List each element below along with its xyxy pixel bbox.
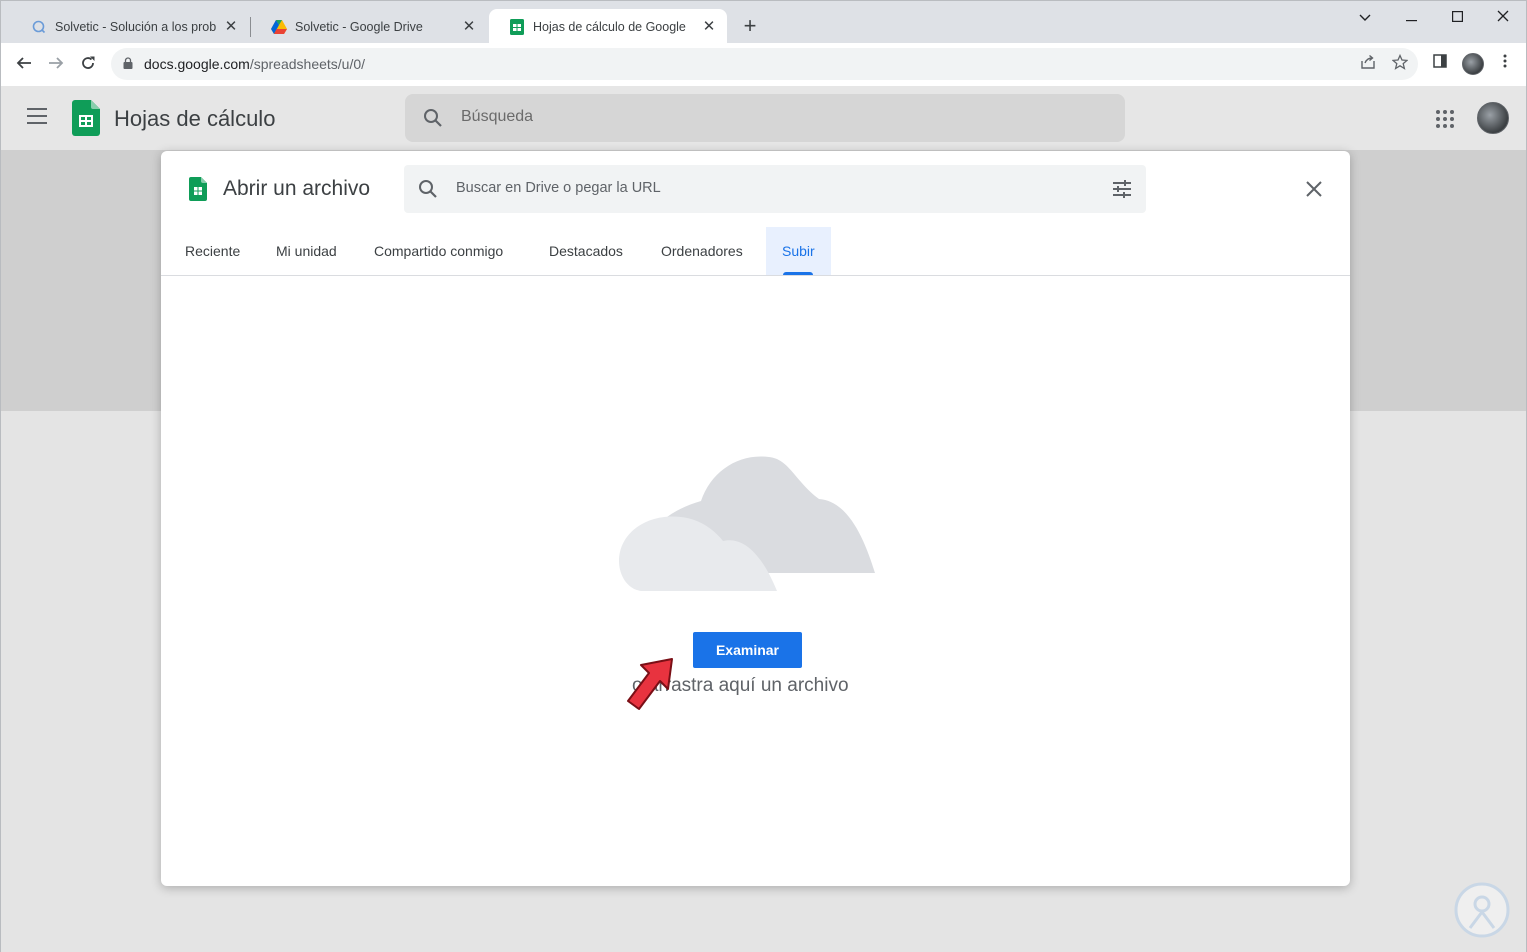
tab-destacados[interactable]: Destacados	[533, 227, 639, 275]
tab-ordenadores[interactable]: Ordenadores	[645, 227, 759, 275]
pointer-arrow-icon	[627, 658, 673, 710]
drive-search-input[interactable]: Buscar en Drive o pegar la URL	[404, 165, 1146, 213]
search-options-icon[interactable]	[1112, 180, 1132, 198]
forward-button[interactable]	[42, 51, 70, 79]
dialog-title: Abrir un archivo	[223, 177, 371, 200]
solvetic-icon	[31, 19, 47, 35]
google-drive-icon	[271, 19, 287, 35]
browser-toolbar: docs.google.com/spreadsheets/u/0/	[0, 43, 1527, 86]
close-dialog-icon[interactable]	[1304, 179, 1324, 199]
app-search-placeholder: Búsqueda	[461, 108, 534, 125]
tab-subir[interactable]: Subir	[766, 227, 831, 275]
url-host: docs.google.com	[144, 56, 250, 72]
profile-avatar[interactable]	[1462, 53, 1484, 75]
browser-tab-title: Solvetic - Solución a los problem	[55, 19, 217, 34]
google-apps-icon[interactable]	[1436, 110, 1454, 128]
reload-button[interactable]	[74, 51, 102, 79]
drive-search-placeholder: Buscar en Drive o pegar la URL	[456, 180, 661, 196]
address-bar[interactable]: docs.google.com/spreadsheets/u/0/	[111, 48, 1418, 80]
url-path: /spreadsheets/u/0/	[249, 56, 366, 72]
sheets-logo-icon	[189, 177, 207, 201]
more-menu-icon[interactable]	[1494, 53, 1516, 75]
browser-tab-sheets[interactable]: Hojas de cálculo de Google ✕	[489, 9, 727, 44]
side-panel-icon[interactable]	[1429, 53, 1451, 75]
dialog-tabs: Reciente Mi unidad Compartido conmigo De…	[161, 227, 1350, 276]
tab-reciente[interactable]: Reciente	[169, 227, 256, 275]
browse-button[interactable]: Examinar	[693, 632, 802, 668]
browser-tab-title: Solvetic - Google Drive	[295, 19, 423, 34]
app-search-bar[interactable]: Búsqueda	[405, 94, 1125, 142]
browser-tab-drive[interactable]: Solvetic - Google Drive ✕	[251, 9, 487, 44]
tab-search-icon[interactable]	[1342, 5, 1388, 29]
browser-tab-title: Hojas de cálculo de Google	[533, 19, 686, 34]
share-icon[interactable]	[1358, 54, 1378, 74]
maximize-button[interactable]	[1434, 5, 1480, 29]
search-icon	[419, 180, 437, 198]
account-avatar[interactable]	[1477, 102, 1509, 134]
upload-cloud-illustration	[619, 456, 875, 591]
close-tab-icon[interactable]: ✕	[701, 18, 717, 35]
tab-mi-unidad[interactable]: Mi unidad	[260, 227, 353, 275]
new-tab-button[interactable]: +	[739, 15, 761, 37]
sheets-header: Hojas de cálculo Búsqueda	[0, 86, 1527, 150]
google-sheets-icon	[509, 18, 525, 35]
bookmark-star-icon[interactable]	[1390, 53, 1410, 74]
main-menu-icon[interactable]	[27, 108, 47, 124]
sheets-logo-icon	[72, 100, 100, 136]
lock-icon	[123, 57, 133, 69]
search-icon	[424, 109, 442, 127]
tab-compartido-conmigo[interactable]: Compartido conmigo	[358, 227, 519, 275]
back-button[interactable]	[10, 51, 38, 79]
close-tab-icon[interactable]: ✕	[461, 18, 477, 35]
minimize-button[interactable]	[1388, 5, 1434, 29]
close-tab-icon[interactable]: ✕	[223, 18, 239, 35]
browser-tab-strip: Solvetic - Solución a los problem ✕ Solv…	[0, 0, 1527, 44]
close-window-button[interactable]	[1480, 5, 1526, 29]
app-title: Hojas de cálculo	[114, 106, 276, 131]
solvetic-watermark-icon	[1454, 882, 1510, 938]
url-text: docs.google.com/spreadsheets/u/0/	[144, 56, 365, 72]
open-file-dialog: Abrir un archivo Buscar en Drive o pegar…	[161, 151, 1350, 886]
browser-tab-solvetic[interactable]: Solvetic - Solución a los problem ✕	[11, 9, 249, 44]
